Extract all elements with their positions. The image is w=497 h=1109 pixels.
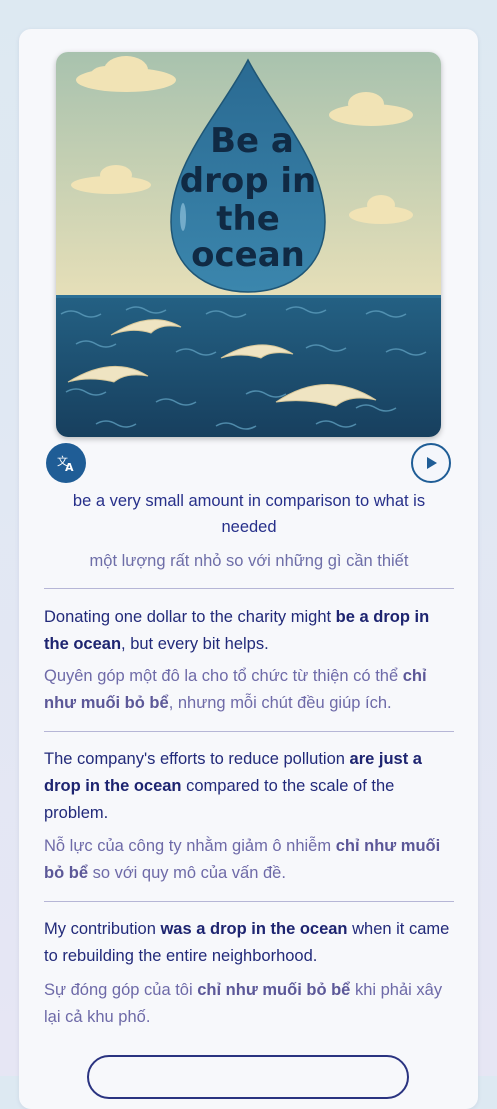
example-2-english: The company's efforts to reduce pollutio… — [44, 750, 422, 822]
translate-button[interactable]: 文 A — [46, 443, 86, 483]
illustration-line-1: Be a — [210, 121, 294, 161]
example-3-idiom-vi: chỉ như muối bỏ bể — [197, 981, 351, 999]
example-3-idiom: was a drop in the ocean — [160, 920, 348, 938]
svg-text:A: A — [65, 461, 74, 473]
illustration-line-4: ocean — [191, 235, 305, 275]
example-1-english: Donating one dollar to the charity might… — [44, 608, 430, 653]
example-3-vietnamese: Sự đóng góp của tôi chỉ như muối bỏ bể k… — [44, 981, 443, 1026]
definition-vietnamese: một lượng rất nhỏ so với những gì cần th… — [89, 552, 409, 570]
idiom-illustration: Be a drop in the ocean — [56, 52, 441, 437]
example-2-vietnamese: Nỗ lực của công ty nhằm giảm ô nhiễm chỉ… — [44, 837, 441, 882]
illustration-line-3: the — [216, 199, 280, 239]
divider — [44, 588, 454, 589]
divider — [44, 901, 454, 902]
play-icon — [427, 457, 437, 469]
illustration-line-2: drop in — [180, 161, 317, 201]
translate-icon: 文 A — [57, 454, 74, 473]
divider — [44, 731, 454, 732]
example-3-english: My contribution was a drop in the ocean … — [44, 920, 450, 965]
definition-english: be a very small amount in comparison to … — [72, 492, 426, 536]
bottom-action-button[interactable] — [87, 1055, 409, 1099]
play-audio-button[interactable] — [411, 443, 451, 483]
example-1-vietnamese: Quyên góp một đô la cho tổ chức từ thiện… — [44, 667, 427, 712]
